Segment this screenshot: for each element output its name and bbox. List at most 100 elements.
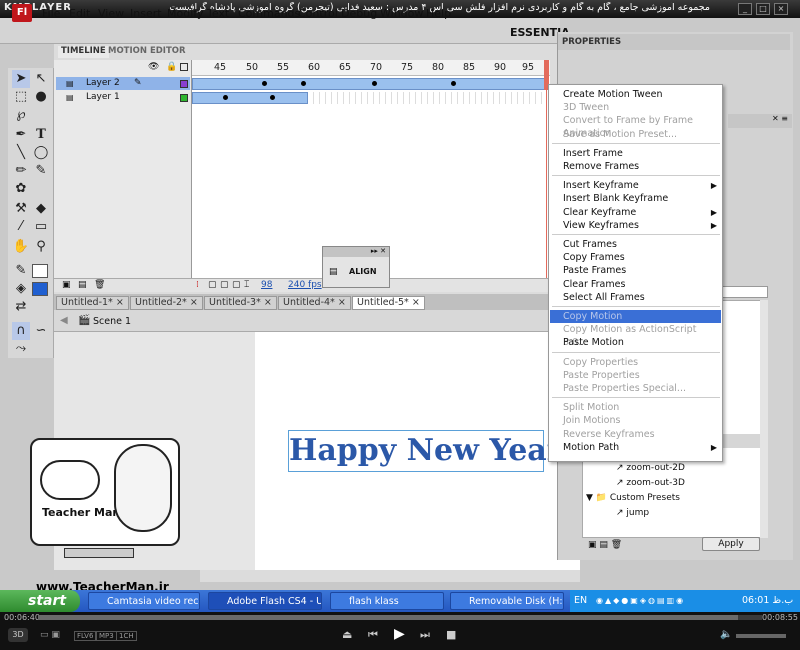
apply-button[interactable]: Apply <box>702 537 760 551</box>
lasso-icon[interactable]: ℘ <box>12 106 30 124</box>
deco-icon[interactable]: ✿ <box>12 180 30 198</box>
next-icon[interactable]: ⏭ <box>420 628 430 642</box>
task-flash[interactable]: Adobe Flash CS4 - U... <box>208 592 322 610</box>
context-menu-item[interactable]: Insert Frame <box>563 147 721 160</box>
line-icon[interactable]: ╲ <box>12 144 30 162</box>
task-removable-disk[interactable]: Removable Disk (H:) <box>450 592 564 610</box>
volume-icon[interactable]: 🔈 <box>720 629 732 640</box>
fill-color-icon[interactable]: ◈ <box>12 280 30 298</box>
context-menu-item[interactable]: Insert Keyframe ▶ <box>563 179 721 192</box>
context-menu-item[interactable]: Paste Motion <box>563 336 721 349</box>
context-menu-item[interactable]: Paste Frames <box>563 264 721 277</box>
menu-debug[interactable]: Debug <box>341 7 377 20</box>
context-menu-item[interactable]: Create Motion Tween <box>563 88 721 101</box>
tab-untitled-4[interactable]: Untitled-4* × <box>278 296 351 310</box>
layer-row-2[interactable]: Layer 2 <box>56 77 190 90</box>
free-transform-icon[interactable]: ⬚ <box>12 88 30 106</box>
fill-color-swatch[interactable] <box>32 282 48 296</box>
back-arrow-icon[interactable]: ◀ <box>60 315 68 326</box>
minimize-button[interactable]: _ <box>738 3 752 15</box>
keyframe-dot[interactable] <box>262 81 267 86</box>
context-menu-item[interactable]: Save as Motion Preset... <box>563 128 721 141</box>
list-item[interactable]: ↗ zoom-out-2D <box>616 463 685 473</box>
context-menu-item[interactable]: Clear Frames <box>563 278 721 291</box>
delete-layer-icon[interactable]: 🗑 <box>94 280 105 290</box>
stage-text[interactable]: Happy New Year <box>288 430 563 472</box>
menu-modify[interactable]: Modify <box>167 7 203 20</box>
layer-color-swatch[interactable] <box>180 94 188 102</box>
eyedropper-icon[interactable]: ⁄ <box>12 218 30 236</box>
context-menu-item[interactable]: Convert to Frame by Frame Animation <box>563 114 721 139</box>
tab-motion-editor[interactable]: MOTION EDITOR <box>108 46 186 58</box>
context-menu-item[interactable]: Reverse Keyframes <box>563 428 721 441</box>
context-menu-item[interactable]: Paste Properties <box>563 369 721 382</box>
stop-icon[interactable]: ■ <box>446 628 456 641</box>
center-frame-icon[interactable]: ⁞ <box>196 280 199 290</box>
context-menu-item[interactable]: Clear Keyframe ▶ <box>563 206 721 219</box>
menu-commands[interactable]: Commands <box>238 7 300 20</box>
context-menu-item[interactable]: Insert Blank Keyframe <box>563 192 721 205</box>
layer-row-1[interactable]: Layer 1 <box>56 91 190 104</box>
start-button[interactable]: start <box>0 590 80 612</box>
pencil-icon[interactable]: ✏ <box>12 162 30 180</box>
keyframe-dot[interactable] <box>301 81 306 86</box>
menu-view[interactable]: View <box>98 7 124 20</box>
new-layer-icon[interactable]: ▣ <box>62 280 71 290</box>
brush-icon[interactable]: ✎ <box>32 162 50 180</box>
properties-title[interactable]: PROPERTIES <box>558 34 790 50</box>
onion-skin-icon[interactable]: ▢ <box>208 280 217 290</box>
text-tool-icon[interactable]: T <box>32 126 50 144</box>
context-menu-item[interactable]: Copy Properties <box>563 356 721 369</box>
outline-icon[interactable] <box>180 63 188 71</box>
context-menu-item[interactable]: Copy Frames <box>563 251 721 264</box>
current-frame[interactable]: 98 <box>261 280 272 290</box>
eject-icon[interactable]: ⏏ <box>342 628 352 641</box>
panel-close-icon[interactable]: ✕ ≡ <box>728 114 792 128</box>
context-menu-item[interactable]: Copy Motion <box>550 310 721 323</box>
3d-button[interactable]: 3D <box>8 628 28 642</box>
task-flash-klass[interactable]: flash klass <box>330 592 444 610</box>
empty-frames[interactable] <box>308 92 546 104</box>
panel-collapse-icon[interactable]: ▸▸ ✕ <box>323 247 389 257</box>
scene-label[interactable]: Scene 1 <box>93 316 131 327</box>
library-search-input[interactable] <box>720 286 768 298</box>
context-menu-item[interactable]: Motion Path ▶ <box>563 441 721 454</box>
swap-colors-icon[interactable]: ⇄ <box>12 298 30 316</box>
context-menu-item[interactable]: 3D Tween <box>563 101 721 114</box>
onion-outline-icon[interactable]: ▢ <box>220 280 229 290</box>
menu-text[interactable]: Text <box>207 7 229 20</box>
list-item[interactable]: ↗ jump <box>616 508 649 518</box>
screen-icon[interactable]: ▭ ▣ <box>40 630 60 640</box>
layer-2-tween-span[interactable] <box>192 78 546 90</box>
keyframe-dot[interactable] <box>451 81 456 86</box>
zoom-icon[interactable]: ⚲ <box>32 238 50 256</box>
close-button[interactable]: × <box>774 3 788 15</box>
menu-file[interactable]: File <box>42 7 60 20</box>
oval-icon[interactable]: ◯ <box>32 144 50 162</box>
stroke-color-icon[interactable]: ✎ <box>12 262 30 280</box>
keyframe-dot[interactable] <box>223 95 228 100</box>
context-menu-item[interactable]: Paste Properties Special... <box>563 382 721 395</box>
paint-bucket-icon[interactable]: ◆ <box>32 200 50 218</box>
tray-icons[interactable]: ◉▲◆●▣◈◍▤▥◉ <box>596 590 685 612</box>
new-folder-icon[interactable]: ▤ <box>78 280 87 290</box>
tab-timeline[interactable]: TIMELINE <box>58 46 109 58</box>
new-folder-icon[interactable]: ▣ ▤ 🗑 <box>588 540 622 550</box>
snap-magnet-icon[interactable]: ∩ <box>12 322 30 340</box>
eraser-icon[interactable]: ▭ <box>32 218 50 236</box>
menu-control[interactable]: Control <box>298 7 338 20</box>
keyframe-dot[interactable] <box>270 95 275 100</box>
align-label[interactable]: ALIGN <box>349 267 377 276</box>
context-menu-item[interactable]: Select All Frames <box>563 291 721 304</box>
bone-icon[interactable]: ⚒ <box>12 200 30 218</box>
keyframe-dot[interactable] <box>372 81 377 86</box>
hand-icon[interactable]: ✋ <box>12 238 30 256</box>
modify-markers-icon[interactable]: ⌶ <box>244 280 249 290</box>
context-menu-item[interactable]: Join Motions <box>563 414 721 427</box>
stroke-color-swatch[interactable] <box>32 264 48 278</box>
list-scrollbar[interactable] <box>760 300 768 538</box>
volume-slider[interactable] <box>736 634 786 638</box>
lock-icon[interactable]: 🔒 <box>166 62 177 72</box>
menu-edit[interactable]: Edit <box>69 7 90 20</box>
frame-rate[interactable]: 240 fps <box>288 280 322 290</box>
